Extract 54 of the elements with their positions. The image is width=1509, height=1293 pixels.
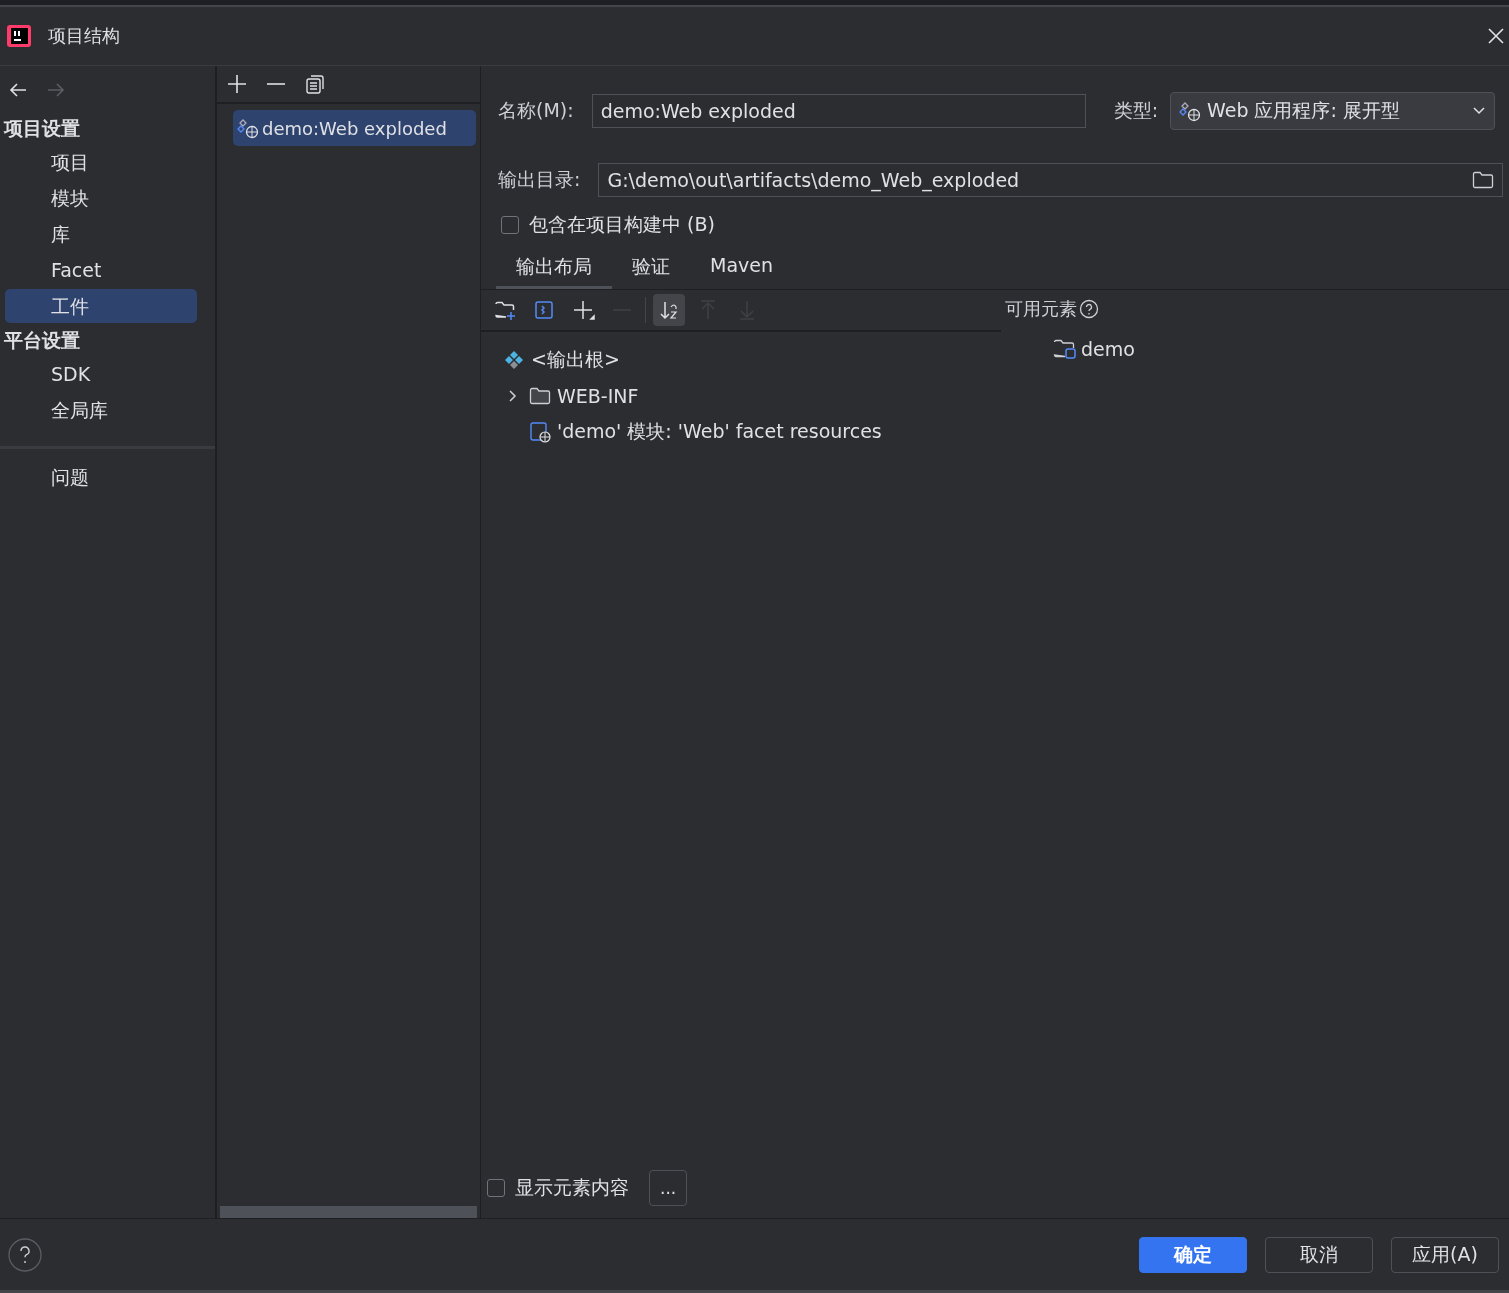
section-heading: 项目设置 [2,116,81,141]
ok-button[interactable]: 确定 [1139,1236,1247,1273]
folder-icon[interactable] [1472,171,1494,189]
back-arrow-icon[interactable] [8,82,28,98]
horizontal-scrollbar[interactable] [220,1206,477,1218]
show-content-label: 显示元素内容 [515,1175,629,1200]
tab[interactable]: 验证 [612,250,690,289]
web-resource-icon [529,421,551,443]
sidebar-item[interactable]: SDK [5,357,197,391]
sort-icon[interactable] [653,294,685,326]
close-icon[interactable] [1487,27,1505,45]
type-label: 类型: [1113,98,1159,123]
window-title: 项目结构 [48,24,121,48]
help-icon[interactable] [8,1237,42,1272]
section-heading: 平台设置 [3,328,81,353]
tab[interactable]: Maven [690,250,793,289]
sidebar-item[interactable]: 项目 [5,145,197,179]
expand-chevron-icon[interactable] [507,389,519,403]
artifact-label: demo:Web exploded [262,117,447,139]
checkbox[interactable] [501,216,519,234]
dialog-button[interactable]: 应用(A) [1391,1236,1499,1273]
add-icon[interactable] [227,74,247,94]
sidebar-item[interactable]: 库 [5,217,197,251]
checkbox[interactable] [487,1179,505,1197]
dialog-button[interactable]: 取消 [1265,1236,1373,1273]
sidebar-item[interactable]: Facet [5,253,197,287]
output-dir-field[interactable]: G:\demo\out\artifacts\demo_Web_exploded [598,163,1503,197]
module-folder-icon [1053,338,1077,360]
tree-item-label[interactable]: <输出根> [531,347,620,373]
app-logo-icon [6,24,32,48]
sidebar-item[interactable]: 工件 [5,289,197,323]
sidebar-item[interactable]: 问题 [5,460,197,494]
type-dropdown[interactable]: Web 应用程序: 展开型 [1170,92,1495,130]
output-dir-value: G:\demo\out\artifacts\demo_Web_exploded [607,169,1020,191]
sidebar-item[interactable]: 模块 [5,181,197,215]
output-root-icon [503,349,525,371]
name-label: 名称(M): [498,98,574,123]
tree-item-label[interactable]: 'demo' 模块: 'Web' facet resources [557,419,882,445]
more-button[interactable]: ... [649,1170,688,1206]
tree-item-label[interactable]: WEB-INF [557,385,639,407]
web-artifact-icon [237,117,259,139]
folder-icon [529,387,551,405]
chevron-down-icon [1472,106,1486,116]
name-field[interactable]: demo:Web exploded [591,94,1086,128]
output-dir-label: 输出目录: [498,167,581,192]
copy-icon[interactable] [305,74,325,94]
tab[interactable]: 输出布局 [496,250,612,289]
web-artifact-icon [1179,100,1202,122]
type-value: Web 应用程序: 展开型 [1207,98,1400,123]
sidebar-item[interactable]: 全局库 [5,393,197,427]
include-in-build-label: 包含在项目构建中 (B) [529,212,715,237]
available-item-label[interactable]: demo [1081,338,1135,360]
available-elements-label: 可用元素 [1005,297,1077,321]
artifact-item[interactable]: demo:Web exploded [233,110,476,146]
